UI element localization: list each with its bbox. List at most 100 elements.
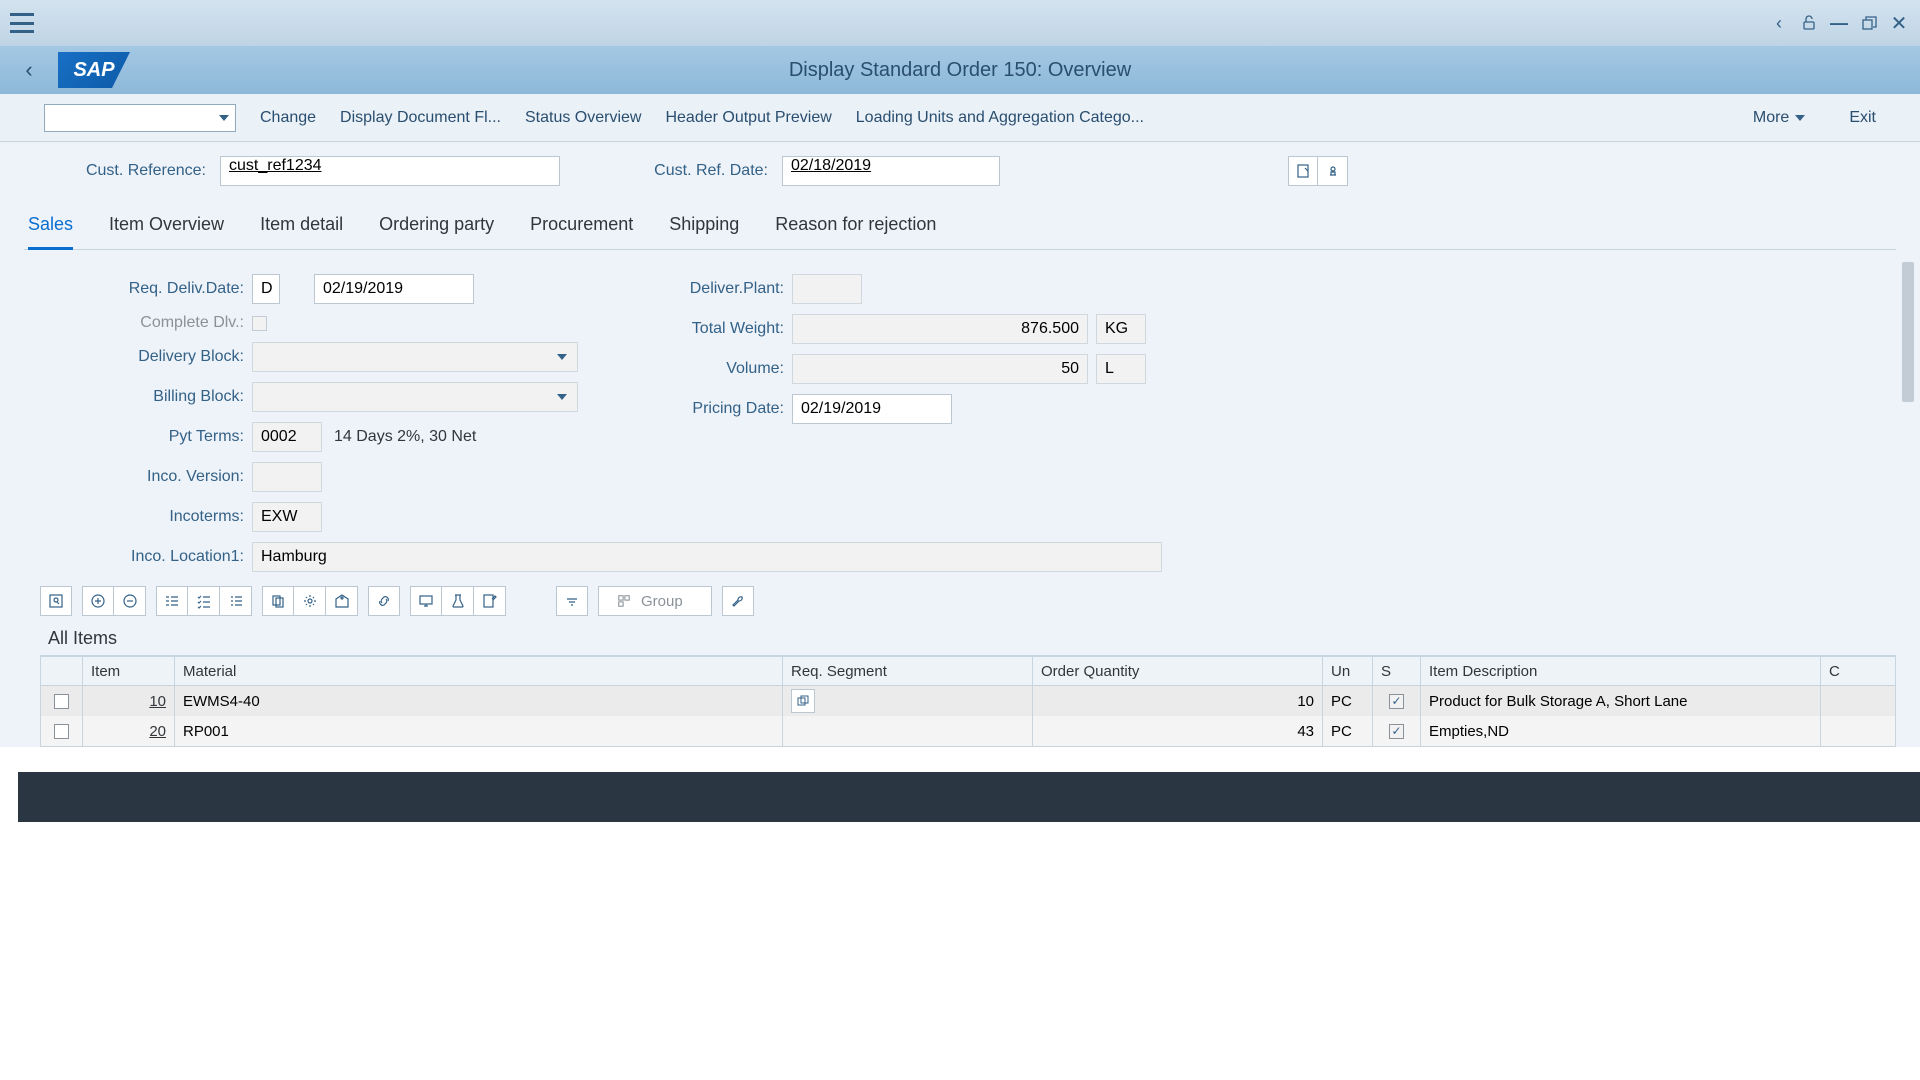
popup-icon[interactable] xyxy=(791,689,815,713)
complete-dlv-checkbox[interactable] xyxy=(252,316,267,331)
window-title-bar: ‹ — ✕ xyxy=(0,0,1920,46)
req-deliv-date-label: Req. Deliv.Date: xyxy=(84,280,244,298)
tab-sales[interactable]: Sales xyxy=(28,204,73,250)
pyt-terms-code[interactable]: 0002 xyxy=(252,422,322,452)
document-icon[interactable] xyxy=(1288,156,1318,186)
action-more[interactable]: More xyxy=(1753,109,1805,127)
indent-icon[interactable] xyxy=(156,586,188,616)
tab-item-detail[interactable]: Item detail xyxy=(260,204,343,249)
tag-icon[interactable] xyxy=(326,586,358,616)
action-loading-units[interactable]: Loading Units and Aggregation Catego... xyxy=(856,109,1144,127)
billing-block-label: Billing Block: xyxy=(84,388,244,406)
header-item[interactable]: Item xyxy=(82,657,174,685)
sort-icon[interactable] xyxy=(556,586,588,616)
back-button[interactable]: ‹ xyxy=(0,46,58,94)
header-unit[interactable]: Un xyxy=(1322,657,1372,685)
incoterms-input[interactable]: EXW xyxy=(252,502,322,532)
lab-icon[interactable] xyxy=(442,586,474,616)
tab-procurement[interactable]: Procurement xyxy=(530,204,633,249)
s-checkbox[interactable] xyxy=(1389,724,1404,739)
material-cell[interactable]: EWMS4-40 xyxy=(174,686,782,716)
qty-cell[interactable]: 43 xyxy=(1032,716,1322,746)
window-close-icon[interactable]: ✕ xyxy=(1888,12,1910,34)
delivery-block-dropdown[interactable] xyxy=(252,342,578,372)
billing-block-dropdown[interactable] xyxy=(252,382,578,412)
settings-icon[interactable] xyxy=(294,586,326,616)
group-button[interactable]: Group xyxy=(598,586,712,616)
list-icon[interactable] xyxy=(220,586,252,616)
header-s[interactable]: S xyxy=(1372,657,1420,685)
chevron-down-icon xyxy=(1795,115,1805,121)
row-checkbox[interactable] xyxy=(54,724,69,739)
header-quantity[interactable]: Order Quantity xyxy=(1032,657,1322,685)
inco-location-input[interactable]: Hamburg xyxy=(252,542,1162,572)
deliver-plant-input[interactable] xyxy=(792,274,862,304)
req-deliv-code[interactable]: D xyxy=(252,274,280,304)
cust-reference-input[interactable]: cust_ref1234 xyxy=(220,156,560,186)
window-back-icon[interactable]: ‹ xyxy=(1768,12,1790,34)
detail-icon[interactable] xyxy=(40,586,72,616)
total-weight-value[interactable]: 876.500 xyxy=(792,314,1088,344)
header-segment[interactable]: Req. Segment xyxy=(782,657,1032,685)
segment-cell[interactable] xyxy=(782,686,1032,716)
window-restore-icon[interactable] xyxy=(1858,12,1880,34)
qty-cell[interactable]: 10 xyxy=(1032,686,1322,716)
all-items-title: All Items xyxy=(24,622,1896,655)
item-number[interactable]: 20 xyxy=(149,723,166,740)
chevron-down-icon xyxy=(219,115,229,121)
stamp-icon[interactable] xyxy=(1318,156,1348,186)
action-dropdown[interactable] xyxy=(44,104,236,132)
action-exit[interactable]: Exit xyxy=(1849,109,1876,127)
checklist-icon[interactable] xyxy=(188,586,220,616)
status-bar xyxy=(18,772,1920,822)
unit-cell: PC xyxy=(1322,716,1372,746)
header-last[interactable]: C xyxy=(1820,657,1895,685)
scrollbar-thumb[interactable] xyxy=(1902,262,1914,402)
cust-ref-date-input[interactable]: 02/18/2019 xyxy=(782,156,1000,186)
table-row[interactable]: 10 EWMS4-40 10 PC Product for Bulk Stora… xyxy=(40,686,1895,716)
header-select[interactable] xyxy=(40,657,82,685)
cust-reference-row: Cust. Reference: cust_ref1234 Cust. Ref.… xyxy=(24,150,1896,204)
table-row[interactable]: 20 RP001 43 PC Empties,ND xyxy=(40,716,1895,746)
action-change[interactable]: Change xyxy=(260,109,316,127)
header-material[interactable]: Material xyxy=(174,657,782,685)
tab-shipping[interactable]: Shipping xyxy=(669,204,739,249)
item-number[interactable]: 10 xyxy=(149,693,166,710)
segment-cell[interactable] xyxy=(782,716,1032,746)
link-icon[interactable] xyxy=(368,586,400,616)
volume-value[interactable]: 50 xyxy=(792,354,1088,384)
row-checkbox[interactable] xyxy=(54,694,69,709)
total-weight-unit: KG xyxy=(1096,314,1146,344)
pricing-date-input[interactable]: 02/19/2019 xyxy=(792,394,952,424)
material-cell[interactable]: RP001 xyxy=(174,716,782,746)
tab-reason-rejection[interactable]: Reason for rejection xyxy=(775,204,936,249)
deliver-plant-label: Deliver.Plant: xyxy=(664,280,784,298)
tab-item-overview[interactable]: Item Overview xyxy=(109,204,224,249)
action-document-flow[interactable]: Display Document Fl... xyxy=(340,109,501,127)
table-header: Item Material Req. Segment Order Quantit… xyxy=(40,656,1895,686)
add-icon[interactable] xyxy=(82,586,114,616)
edit-icon[interactable] xyxy=(474,586,506,616)
window-minimize-icon[interactable]: — xyxy=(1828,12,1850,34)
window-lock-icon[interactable] xyxy=(1798,12,1820,34)
req-deliv-date-input[interactable]: 02/19/2019 xyxy=(314,274,474,304)
chevron-down-icon xyxy=(557,394,567,400)
more-label: More xyxy=(1753,109,1789,127)
inco-version-input[interactable] xyxy=(252,462,322,492)
wrench-icon[interactable] xyxy=(722,586,754,616)
s-checkbox[interactable] xyxy=(1389,694,1404,709)
remove-icon[interactable] xyxy=(114,586,146,616)
volume-unit: L xyxy=(1096,354,1146,384)
display-icon[interactable] xyxy=(410,586,442,616)
hamburger-menu-icon[interactable] xyxy=(10,13,34,33)
total-weight-label: Total Weight: xyxy=(664,320,784,338)
action-header-output[interactable]: Header Output Preview xyxy=(665,109,831,127)
page-title: Display Standard Order 150: Overview xyxy=(789,59,1131,82)
action-status-overview[interactable]: Status Overview xyxy=(525,109,641,127)
header-bar: ‹ SAP Display Standard Order 150: Overvi… xyxy=(0,46,1920,94)
tab-ordering-party[interactable]: Ordering party xyxy=(379,204,494,249)
content-area: Cust. Reference: cust_ref1234 Cust. Ref.… xyxy=(0,142,1920,747)
header-description[interactable]: Item Description xyxy=(1420,657,1820,685)
copy-icon[interactable] xyxy=(262,586,294,616)
action-bar: Change Display Document Fl... Status Ove… xyxy=(0,94,1920,142)
